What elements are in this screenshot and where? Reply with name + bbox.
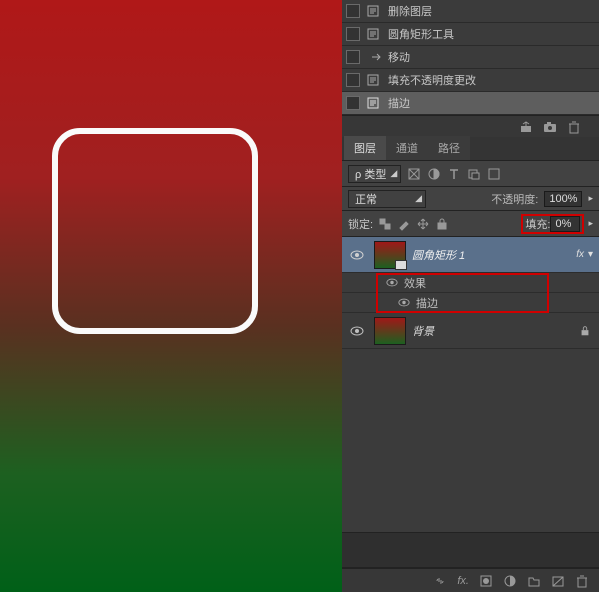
chevron-down-icon[interactable]: ▸ bbox=[588, 218, 593, 229]
mask-icon[interactable] bbox=[479, 574, 493, 588]
tab-layers[interactable]: 图层 bbox=[344, 136, 386, 160]
blend-mode-dropdown[interactable]: 正常 ◢ bbox=[348, 190, 426, 208]
filter-shape-icon[interactable] bbox=[466, 166, 481, 181]
filter-pixel-icon[interactable] bbox=[406, 166, 421, 181]
fx-group: 效果 描边 bbox=[342, 273, 599, 313]
tab-paths[interactable]: 路径 bbox=[428, 136, 470, 160]
layers-list: 圆角矩形 1 fx ▾ 效果 描边 背景 bbox=[342, 237, 599, 532]
layer-name[interactable]: 背景 bbox=[412, 323, 579, 339]
visibility-toggle[interactable] bbox=[386, 278, 398, 287]
chevron-down-icon[interactable]: ▸ bbox=[588, 193, 593, 204]
tab-channels[interactable]: 通道 bbox=[386, 136, 428, 160]
history-item[interactable]: 描边 bbox=[342, 92, 599, 115]
history-item[interactable]: 填充不透明度更改 bbox=[342, 69, 599, 92]
opacity-label: 不透明度: bbox=[491, 191, 538, 207]
new-layer-icon[interactable] bbox=[551, 574, 565, 588]
layer-thumb[interactable] bbox=[374, 241, 406, 269]
effects-label: 效果 bbox=[404, 275, 426, 291]
chevron-down-icon[interactable]: ▾ bbox=[588, 249, 593, 260]
doc-icon bbox=[366, 27, 382, 41]
history-panel: 删除图层 圆角矩形工具 移动 填充不透明度更改 描边 bbox=[342, 0, 599, 115]
lock-label: 锁定: bbox=[348, 216, 373, 232]
fill-highlight: 填充: 0% bbox=[521, 214, 584, 234]
dropdown-label: ρ 类型 bbox=[355, 166, 386, 182]
lock-icon bbox=[579, 325, 591, 337]
lock-paint-icon[interactable] bbox=[396, 216, 411, 231]
layer-thumb[interactable] bbox=[374, 317, 406, 345]
move-arrow-icon bbox=[370, 50, 382, 64]
history-label: 删除图层 bbox=[388, 3, 432, 19]
history-check[interactable] bbox=[346, 96, 360, 110]
history-check[interactable] bbox=[346, 50, 360, 64]
doc-icon bbox=[366, 73, 382, 87]
history-label: 圆角矩形工具 bbox=[388, 26, 454, 42]
fx-button[interactable]: fx. bbox=[457, 575, 469, 587]
panel-spacer bbox=[342, 532, 599, 568]
blend-opacity-row: 正常 ◢ 不透明度: 100% ▸ bbox=[342, 187, 599, 211]
group-icon[interactable] bbox=[527, 574, 541, 588]
history-check[interactable] bbox=[346, 73, 360, 87]
fill-label: 填充: bbox=[525, 216, 550, 232]
stroke-label: 描边 bbox=[416, 295, 438, 311]
camera-icon[interactable] bbox=[543, 120, 557, 134]
visibility-toggle[interactable] bbox=[398, 298, 410, 307]
history-label: 移动 bbox=[388, 49, 410, 65]
history-buttons bbox=[342, 115, 599, 137]
lock-fill-row: 锁定: 填充: 0% ▸ bbox=[342, 211, 599, 237]
history-check[interactable] bbox=[346, 27, 360, 41]
opacity-value[interactable]: 100% bbox=[544, 191, 582, 207]
history-item[interactable]: 移动 bbox=[342, 46, 599, 69]
filter-smart-icon[interactable] bbox=[486, 166, 501, 181]
history-item[interactable]: 删除图层 bbox=[342, 0, 599, 23]
lock-all-icon[interactable] bbox=[434, 216, 449, 231]
lock-transparent-icon[interactable] bbox=[377, 216, 392, 231]
fill-value[interactable]: 0% bbox=[550, 216, 580, 232]
layer-filter-bar: ρ 类型 ◢ bbox=[342, 161, 599, 187]
filter-adjust-icon[interactable] bbox=[426, 166, 441, 181]
doc-icon bbox=[366, 4, 382, 18]
visibility-toggle[interactable] bbox=[346, 250, 368, 260]
adjustment-icon[interactable] bbox=[503, 574, 517, 588]
history-label: 填充不透明度更改 bbox=[388, 72, 476, 88]
link-icon[interactable] bbox=[433, 574, 447, 588]
history-check[interactable] bbox=[346, 4, 360, 18]
step-icon[interactable] bbox=[519, 120, 533, 134]
right-panel: 删除图层 圆角矩形工具 移动 填充不透明度更改 描边 图层 通道 路 bbox=[342, 0, 599, 592]
trash-icon[interactable] bbox=[567, 120, 581, 134]
blend-mode-label: 正常 bbox=[355, 191, 377, 207]
fx-stroke-row[interactable]: 描边 bbox=[342, 293, 599, 313]
canvas-area bbox=[0, 0, 342, 592]
layer-shape[interactable]: 圆角矩形 1 fx ▾ bbox=[342, 237, 599, 273]
filter-type-dropdown[interactable]: ρ 类型 ◢ bbox=[348, 165, 401, 183]
chevron-down-icon: ◢ bbox=[390, 168, 397, 179]
layer-name[interactable]: 圆角矩形 1 bbox=[412, 247, 576, 263]
panel-tabs: 图层 通道 路径 bbox=[342, 137, 599, 161]
layers-bottom-bar: fx. bbox=[342, 568, 599, 592]
filter-type-icon[interactable] bbox=[446, 166, 461, 181]
history-item[interactable]: 圆角矩形工具 bbox=[342, 23, 599, 46]
doc-icon bbox=[366, 96, 382, 110]
lock-move-icon[interactable] bbox=[415, 216, 430, 231]
trash-icon[interactable] bbox=[575, 574, 589, 588]
layer-background[interactable]: 背景 bbox=[342, 313, 599, 349]
rounded-rect-shape bbox=[52, 128, 258, 334]
fx-indicator[interactable]: fx bbox=[576, 249, 584, 260]
fx-effects-row[interactable]: 效果 bbox=[342, 273, 599, 293]
chevron-down-icon: ◢ bbox=[415, 193, 422, 204]
history-label: 描边 bbox=[388, 95, 410, 111]
visibility-toggle[interactable] bbox=[346, 326, 368, 336]
